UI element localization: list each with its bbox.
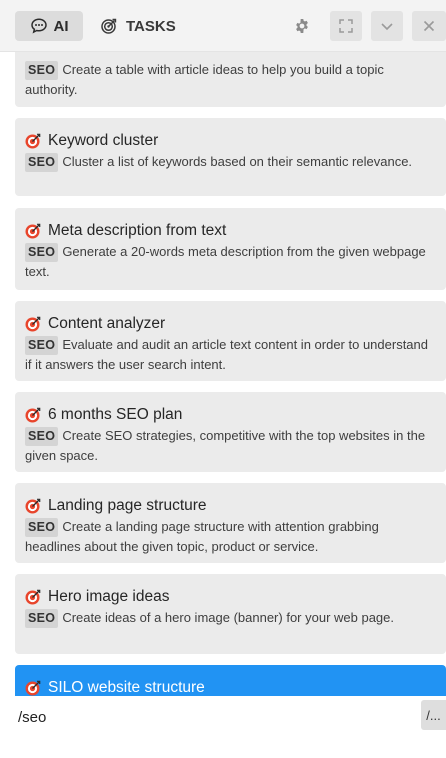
target-icon: [25, 498, 41, 514]
card-description-text: Cluster a list of keywords based on thei…: [62, 154, 413, 169]
target-icon: [25, 589, 41, 605]
card-description-text: Create a landing page structure with att…: [25, 519, 379, 554]
card-title: Keyword cluster: [25, 118, 436, 152]
target-icon: [25, 407, 41, 423]
card-title-text: Keyword cluster: [48, 132, 159, 149]
card-title: Meta description from text: [25, 208, 436, 242]
prompt-card-topic-authority[interactable]: SEO Create a table with article ideas to …: [15, 52, 446, 107]
chevron-down-icon: [381, 23, 393, 31]
seo-tag: SEO: [25, 61, 59, 80]
tab-tasks[interactable]: TASKS: [100, 11, 176, 41]
seo-tag: SEO: [25, 609, 59, 628]
card-description: SEO Create a table with article ideas to …: [25, 52, 436, 99]
card-title: SILO website structure: [25, 665, 436, 696]
card-description-text: Evaluate and audit an article text conte…: [25, 337, 428, 372]
prompt-card-landing-page[interactable]: Landing page structure SEO Create a landi…: [15, 483, 446, 563]
settings-button[interactable]: [290, 14, 314, 38]
card-description-text: Create a table with article ideas to hel…: [25, 62, 384, 97]
chat-bubble-icon: [30, 18, 47, 34]
card-description-text: Generate a 20-words meta description fro…: [25, 244, 426, 279]
prompt-list: SEO Create a table with article ideas to …: [15, 52, 446, 696]
seo-tag: SEO: [25, 153, 59, 172]
prompt-card-seo-plan[interactable]: 6 months SEO plan SEO Create SEO strategi…: [15, 392, 446, 472]
card-description: SEO Create a landing page structure with …: [25, 517, 436, 556]
card-title: Content analyzer: [25, 301, 436, 335]
fullscreen-icon: [339, 19, 353, 33]
tab-ai-label: AI: [53, 17, 69, 35]
prompt-card-content-analyzer[interactable]: Content analyzer SEO Evaluate and audit a…: [15, 301, 446, 381]
card-title-text: Landing page structure: [48, 497, 207, 514]
prompt-library-button[interactable]: /...: [421, 700, 446, 730]
seo-tag: SEO: [25, 336, 59, 355]
card-description: SEO Cluster a list of keywords based on t…: [25, 152, 436, 172]
card-title: Landing page structure: [25, 483, 436, 517]
target-outline-icon: [101, 18, 117, 34]
prompt-card-hero-image[interactable]: Hero image ideas SEO Create ideas of a he…: [15, 574, 446, 654]
card-title-text: Hero image ideas: [48, 588, 170, 605]
close-icon: [423, 20, 435, 32]
seo-tag: SEO: [25, 427, 59, 446]
card-title: 6 months SEO plan: [25, 392, 436, 426]
collapse-button[interactable]: [371, 11, 403, 41]
tab-tasks-label: TASKS: [126, 17, 176, 35]
target-icon: [25, 316, 41, 332]
card-description: SEO Generate a 20-words meta description …: [25, 242, 436, 281]
header-bar: AI TASKS: [0, 0, 446, 52]
expand-button[interactable]: [330, 11, 362, 41]
prompt-card-silo-structure[interactable]: SILO website structure: [15, 665, 446, 696]
card-description-text: Create SEO strategies, competitive with …: [25, 428, 426, 463]
target-icon: [25, 223, 41, 239]
card-description: SEO Create SEO strategies, competitive wi…: [25, 426, 436, 465]
card-description: SEO Create ideas of a hero image (banner)…: [25, 608, 436, 628]
target-icon: [25, 680, 41, 696]
card-title-text: Meta description from text: [48, 222, 227, 239]
target-icon: [25, 133, 41, 149]
prompt-card-meta-description[interactable]: Meta description from text SEO Generate a…: [15, 208, 446, 290]
gear-icon: [296, 19, 308, 33]
card-title-text: SILO website structure: [48, 679, 205, 696]
seo-tag: SEO: [25, 518, 59, 537]
card-description-text: Create ideas of a hero image (banner) fo…: [62, 610, 395, 625]
card-title-text: 6 months SEO plan: [48, 406, 183, 423]
card-title: Hero image ideas: [25, 574, 436, 608]
seo-tag: SEO: [25, 243, 59, 262]
card-title-text: Content analyzer: [48, 315, 166, 332]
close-button[interactable]: [412, 11, 446, 41]
command-input-area: /...: [0, 696, 446, 758]
prompt-card-keyword-cluster[interactable]: Keyword cluster SEO Cluster a list of key…: [15, 118, 446, 196]
tab-ai[interactable]: AI: [15, 11, 83, 41]
card-description: SEO Evaluate and audit an article text co…: [25, 335, 436, 374]
command-input[interactable]: [18, 704, 408, 730]
